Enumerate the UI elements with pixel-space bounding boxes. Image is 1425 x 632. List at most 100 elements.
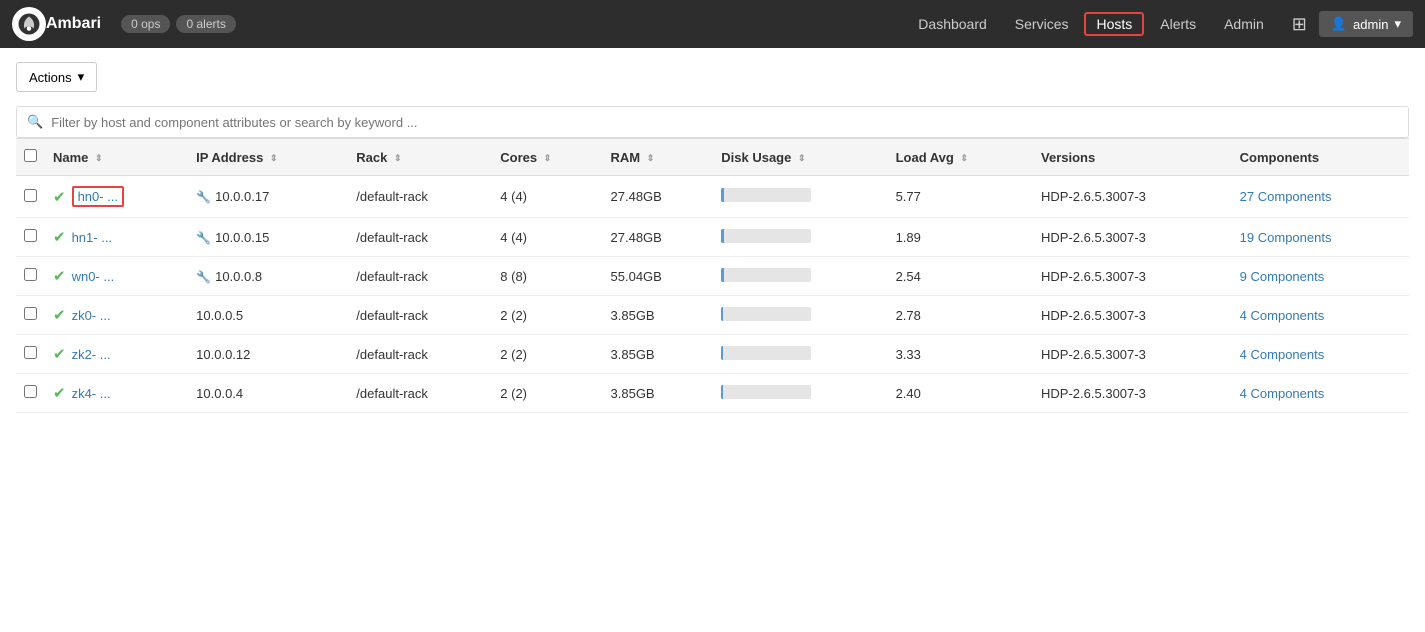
- ram-value: 3.85GB: [611, 347, 655, 362]
- version-value: HDP-2.6.5.3007-3: [1041, 269, 1146, 284]
- disk-bar-fill: [721, 307, 723, 321]
- ip-value: 10.0.0.4: [196, 386, 243, 401]
- col-cores[interactable]: Cores ⇕: [492, 139, 602, 176]
- nav-admin[interactable]: Admin: [1212, 12, 1276, 36]
- host-name-link[interactable]: hn1- ...: [72, 230, 112, 245]
- ip-value: 10.0.0.12: [196, 347, 250, 362]
- cores-value: 4 (4): [500, 189, 527, 204]
- alerts-badge[interactable]: 0 alerts: [176, 15, 235, 33]
- row-rack-cell: /default-rack: [348, 176, 492, 218]
- row-rack-cell: /default-rack: [348, 374, 492, 413]
- row-rack-cell: /default-rack: [348, 257, 492, 296]
- row-checkbox[interactable]: [24, 229, 37, 242]
- ram-value: 3.85GB: [611, 386, 655, 401]
- wrench-icon: 🔧: [196, 190, 211, 204]
- disk-bar-fill: [721, 385, 723, 399]
- row-disk-cell: [713, 257, 887, 296]
- components-link[interactable]: 27 Components: [1240, 189, 1332, 204]
- nav-links: Dashboard Services Hosts Alerts Admin: [906, 12, 1275, 36]
- wrench-icon: 🔧: [196, 270, 211, 284]
- status-icon: ✔: [53, 267, 66, 285]
- row-checkbox-cell: [16, 257, 45, 296]
- ram-value: 27.48GB: [611, 189, 662, 204]
- ip-value: 10.0.0.8: [215, 269, 262, 284]
- disk-bar: [721, 268, 811, 282]
- row-components-cell: 27 Components: [1232, 176, 1409, 218]
- row-ip-cell: 🔧 10.0.0.8: [188, 257, 348, 296]
- table-row: ✔ wn0- ... 🔧10.0.0.8 /default-rack 8 (8)…: [16, 257, 1409, 296]
- row-checkbox-cell: [16, 176, 45, 218]
- user-menu[interactable]: 👤 admin ▾: [1319, 11, 1413, 37]
- table-header-row: Name ⇕ IP Address ⇕ Rack ⇕ Cores ⇕ RAM: [16, 139, 1409, 176]
- row-name-cell: ✔ hn1- ...: [45, 218, 188, 257]
- components-link[interactable]: 4 Components: [1240, 347, 1325, 362]
- row-version-cell: HDP-2.6.5.3007-3: [1033, 176, 1232, 218]
- host-name-link[interactable]: wn0- ...: [72, 269, 115, 284]
- components-link[interactable]: 4 Components: [1240, 386, 1325, 401]
- cores-value: 4 (4): [500, 230, 527, 245]
- row-ram-cell: 3.85GB: [603, 374, 714, 413]
- col-load[interactable]: Load Avg ⇕: [888, 139, 1033, 176]
- nav-dashboard[interactable]: Dashboard: [906, 12, 999, 36]
- row-disk-cell: [713, 335, 887, 374]
- col-rack[interactable]: Rack ⇕: [348, 139, 492, 176]
- host-name-link[interactable]: zk0- ...: [72, 308, 111, 323]
- row-checkbox[interactable]: [24, 268, 37, 281]
- load-value: 1.89: [896, 230, 921, 245]
- nav-services[interactable]: Services: [1003, 12, 1081, 36]
- col-ram[interactable]: RAM ⇕: [603, 139, 714, 176]
- col-name[interactable]: Name ⇕: [45, 139, 188, 176]
- host-name-link[interactable]: hn0- ...: [72, 186, 124, 207]
- row-components-cell: 19 Components: [1232, 218, 1409, 257]
- grid-icon[interactable]: ⊞: [1292, 14, 1307, 35]
- row-disk-cell: [713, 218, 887, 257]
- disk-bar: [721, 346, 811, 360]
- col-versions: Versions: [1033, 139, 1232, 176]
- host-name-link[interactable]: zk2- ...: [72, 347, 111, 362]
- row-checkbox[interactable]: [24, 385, 37, 398]
- rack-value: /default-rack: [356, 230, 428, 245]
- ops-badge[interactable]: 0 ops: [121, 15, 170, 33]
- version-value: HDP-2.6.5.3007-3: [1041, 230, 1146, 245]
- actions-button[interactable]: Actions ▾: [16, 62, 97, 92]
- row-checkbox-cell: [16, 218, 45, 257]
- components-link[interactable]: 19 Components: [1240, 230, 1332, 245]
- dropdown-arrow-icon: ▾: [78, 69, 85, 85]
- disk-bar-fill: [721, 346, 723, 360]
- row-cores-cell: 2 (2): [492, 335, 602, 374]
- ip-value: 10.0.0.5: [196, 308, 243, 323]
- load-value: 2.54: [896, 269, 921, 284]
- sort-ram-icon: ⇕: [647, 153, 655, 164]
- row-ip-cell: 10.0.0.12: [188, 335, 348, 374]
- badge-group: 0 ops 0 alerts: [121, 15, 236, 33]
- ram-value: 27.48GB: [611, 230, 662, 245]
- components-link[interactable]: 9 Components: [1240, 269, 1325, 284]
- select-all-checkbox[interactable]: [24, 149, 37, 162]
- nav-hosts[interactable]: Hosts: [1084, 12, 1144, 36]
- row-load-cell: 3.33: [888, 335, 1033, 374]
- status-icon: ✔: [53, 306, 66, 324]
- nav-alerts[interactable]: Alerts: [1148, 12, 1208, 36]
- table-row: ✔ zk2- ... 10.0.0.12 /default-rack 2 (2)…: [16, 335, 1409, 374]
- status-icon: ✔: [53, 228, 66, 246]
- wrench-icon: 🔧: [196, 231, 211, 245]
- col-ip[interactable]: IP Address ⇕: [188, 139, 348, 176]
- col-disk[interactable]: Disk Usage ⇕: [713, 139, 887, 176]
- row-ram-cell: 27.48GB: [603, 218, 714, 257]
- search-input[interactable]: [51, 115, 1398, 130]
- row-load-cell: 1.89: [888, 218, 1033, 257]
- row-disk-cell: [713, 296, 887, 335]
- ram-value: 3.85GB: [611, 308, 655, 323]
- row-checkbox-cell: [16, 296, 45, 335]
- rack-value: /default-rack: [356, 269, 428, 284]
- row-checkbox[interactable]: [24, 189, 37, 202]
- row-ip-cell: 🔧10.0.0.17: [188, 176, 348, 218]
- row-checkbox[interactable]: [24, 307, 37, 320]
- search-bar: 🔍: [16, 106, 1409, 138]
- host-name-link[interactable]: zk4- ...: [72, 386, 111, 401]
- ram-value: 55.04GB: [611, 269, 662, 284]
- load-value: 2.78: [896, 308, 921, 323]
- row-checkbox[interactable]: [24, 346, 37, 359]
- components-link[interactable]: 4 Components: [1240, 308, 1325, 323]
- row-components-cell: 9 Components: [1232, 257, 1409, 296]
